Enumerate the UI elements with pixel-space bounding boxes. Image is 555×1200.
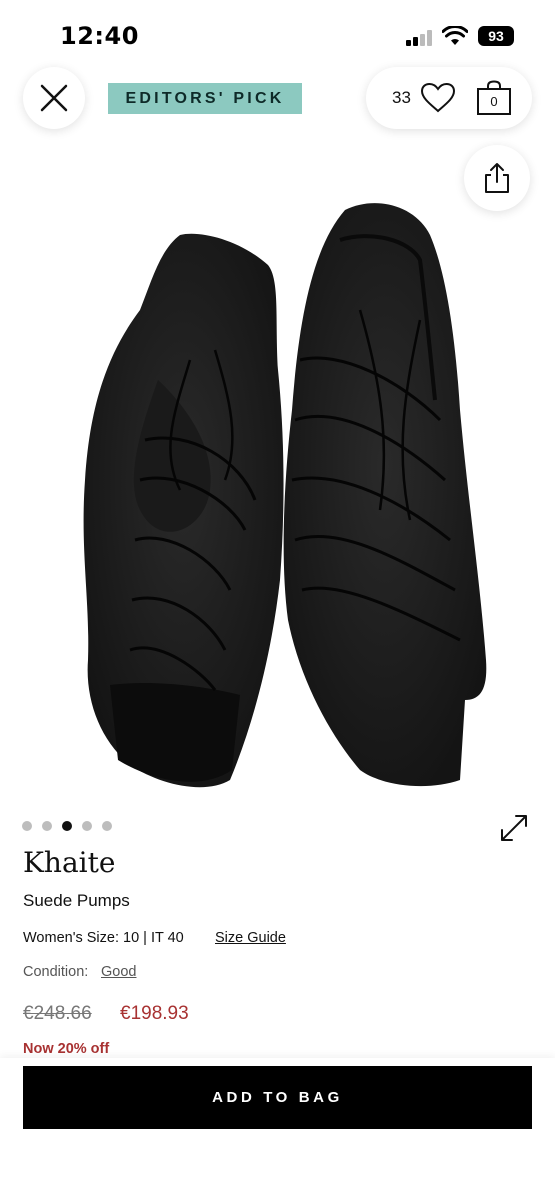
carousel-dot[interactable] [42,821,52,831]
status-bar: 12:40 93 [0,0,555,70]
bag-count: 0 [490,94,498,109]
battery-indicator: 93 [478,26,514,46]
sale-price: €198.93 [120,1003,189,1024]
signal-icon [406,30,434,46]
close-button[interactable] [23,67,85,129]
share-icon [485,163,509,193]
carousel-dot[interactable] [102,821,112,831]
carousel-dot-active[interactable] [62,821,72,831]
condition-label: Condition: [23,964,89,980]
product-name: Suede Pumps [23,891,130,910]
carousel-dots[interactable] [22,821,112,831]
wifi-icon [442,26,468,45]
size-info: Women's Size: 10 | IT 40 [23,930,184,946]
carousel-dot[interactable] [22,821,32,831]
editors-pick-badge: EDITORS' PICK [108,83,302,114]
add-to-bag-button[interactable]: ADD TO BAG [23,1066,532,1129]
expand-icon[interactable] [498,812,530,844]
discount-label: Now 20% off [23,1041,110,1057]
condition-link[interactable]: Good [101,964,136,980]
close-icon [40,84,68,112]
share-button[interactable] [464,145,530,211]
bag-button[interactable]: 0 [476,80,512,116]
product-image[interactable] [40,180,520,810]
status-time: 12:40 [60,22,139,50]
size-guide-link[interactable]: Size Guide [215,930,286,946]
like-count: 33 [392,88,411,107]
original-price: €248.66 [23,1003,92,1024]
carousel-dot[interactable] [82,821,92,831]
heart-icon[interactable] [420,82,456,114]
header-actions: 33 0 [366,67,532,129]
brand-name[interactable]: Khaite [23,846,115,879]
